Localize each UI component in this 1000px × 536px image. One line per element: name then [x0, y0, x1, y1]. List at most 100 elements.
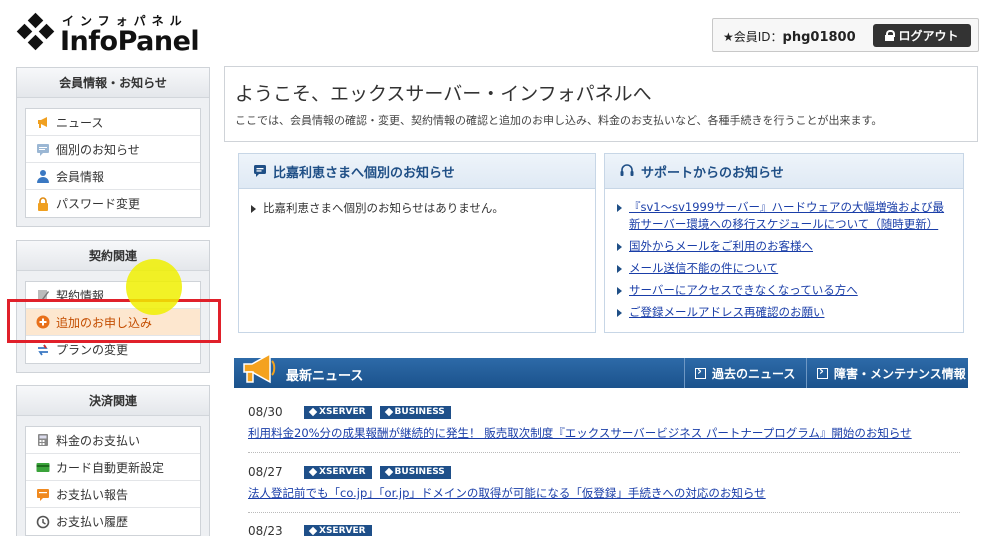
sidebar-item-label: ニュース — [56, 115, 104, 130]
welcome-panel: ようこそ、エックスサーバー・インフォパネルへ ここでは、会員情報の確認・変更、契… — [224, 66, 978, 142]
news-divider — [248, 452, 960, 453]
tag-xserver: XSERVER — [304, 465, 372, 479]
sidebar-item-label: プランの変更 — [56, 343, 129, 357]
tag-label: XSERVER — [319, 406, 366, 417]
logout-button[interactable]: ログアウト — [873, 24, 971, 47]
tag-business: BUSINESS — [379, 465, 451, 479]
sidebar-group-contract: 契約関連 契約情報 追加のお申し込み プランの変更 — [16, 240, 210, 373]
bullet-triangle-icon — [251, 205, 256, 213]
list-item[interactable]: ご登録メールアドレス再確認のお願い — [617, 304, 951, 321]
diamond-icon — [384, 407, 393, 417]
logo-name: InfoPanel — [60, 26, 200, 57]
contract-icon — [38, 290, 49, 301]
bullet-triangle-icon — [617, 309, 622, 317]
support-notice-panel: サポートからのお知らせ 『sv1～sv1999サーバー』ハードウェアの大幅増強お… — [604, 153, 964, 333]
sidebar-item-news[interactable]: ニュース — [26, 109, 200, 136]
calculator-icon — [38, 434, 48, 446]
member-box: ★会員ID：phg01800 ログアウト — [712, 18, 979, 52]
welcome-description: ここでは、会員情報の確認・変更、契約情報の確認と追加のお申し込み、料金のお支払い… — [235, 114, 883, 127]
support-notice-header: サポートからのお知らせ — [605, 154, 963, 189]
logo-diamond-icon — [16, 12, 56, 54]
bullet-triangle-icon — [617, 287, 622, 295]
card-icon — [36, 463, 50, 472]
support-notice-title: サポートからのお知らせ — [641, 165, 784, 181]
swap-icon — [38, 344, 48, 355]
personal-notice-body: 比嘉利恵さまへ個別のお知らせはありません。 — [239, 189, 595, 232]
support-notice-body: 『sv1～sv1999サーバー』ハードウェアの大幅増強および最新サーバー環境への… — [605, 189, 963, 336]
sidebar-item-additional-order[interactable]: 追加のお申し込み — [26, 309, 200, 336]
infopanel-logo[interactable]: インフォパネル InfoPanel — [16, 12, 206, 57]
news-item: 08/30 XSERVER BUSINESS 利用料金20%分の成果報酬が継続的… — [248, 404, 960, 441]
diamond-icon — [308, 526, 318, 536]
past-news-label: 過去のニュース — [712, 366, 796, 381]
sidebar-item-member-info[interactable]: 会員情報 — [26, 163, 200, 190]
sidebar-item-label: 契約情報 — [56, 288, 105, 303]
list-item[interactable]: 国外からメールをご利用のお客様へ — [617, 238, 951, 255]
member-id: ★会員ID：phg01800 — [723, 28, 856, 45]
news-date: 08/27 — [248, 465, 283, 479]
support-notice-link[interactable]: メール送信不能の件について — [629, 260, 778, 277]
tag-xserver: XSERVER — [304, 524, 372, 536]
sidebar-item-label: お支払い履歴 — [56, 515, 129, 529]
support-notice-link[interactable]: 国外からメールをご利用のお客様へ — [629, 238, 813, 255]
sidebar-item-plan-change[interactable]: プランの変更 — [26, 336, 200, 363]
sidebar-item-payment[interactable]: 料金のお支払い — [26, 427, 200, 454]
list-item[interactable]: 『sv1～sv1999サーバー』ハードウェアの大幅増強および最新サーバー環境への… — [617, 199, 951, 233]
sidebar-list: 料金のお支払い カード自動更新設定 お支払い報告 お支払い履歴 — [25, 426, 201, 536]
sidebar-item-payment-history[interactable]: お支払い履歴 — [26, 508, 200, 535]
news-meta: 08/23 XSERVER — [248, 523, 960, 536]
list-item[interactable]: サーバーにアクセスできなくなっている方へ — [617, 282, 951, 299]
report-icon — [37, 489, 49, 501]
news-divider — [248, 512, 960, 513]
tag-business: BUSINESS — [379, 405, 451, 419]
news-title: 最新ニュース — [286, 369, 364, 384]
bullet-triangle-icon — [617, 265, 622, 273]
tag-label: XSERVER — [319, 466, 366, 477]
maintenance-info-link[interactable]: 障害・メンテナンス情報 — [806, 358, 968, 388]
logout-label: ログアウト — [898, 29, 959, 43]
maintenance-info-label: 障害・メンテナンス情報 — [834, 366, 966, 381]
sidebar-item-contract-info[interactable]: 契約情報 — [26, 282, 200, 309]
diamond-icon — [384, 467, 393, 477]
news-meta: 08/30 XSERVER BUSINESS — [248, 404, 960, 420]
megaphone-icon — [243, 352, 276, 384]
news-item: 08/27 XSERVER BUSINESS 法人登記前でも「co.jp」「or… — [248, 464, 960, 501]
tag-xserver: XSERVER — [304, 405, 372, 419]
diamond-icon — [308, 467, 318, 477]
sidebar-group-title: 契約関連 — [17, 241, 209, 271]
sidebar-item-label: 料金のお支払い — [56, 433, 141, 448]
tag-label: BUSINESS — [394, 466, 445, 477]
past-news-link[interactable]: 過去のニュース — [684, 358, 806, 388]
plus-circle-icon — [36, 315, 50, 329]
sidebar-group-payment: 決済関連 料金のお支払い カード自動更新設定 お支払い報告 お支払い履歴 — [16, 385, 210, 536]
link-arrow-icon — [695, 364, 706, 379]
personal-notice-header: 比嘉利恵さまへ個別のお知らせ — [239, 154, 595, 189]
news-header-bar: 最新ニュース 過去のニュース 障害・メンテナンス情報 — [234, 352, 968, 388]
personal-notice-panel: 比嘉利恵さまへ個別のお知らせ 比嘉利恵さまへ個別のお知らせはありません。 — [238, 153, 596, 333]
lock-icon — [38, 196, 48, 211]
support-notice-link[interactable]: サーバーにアクセスできなくなっている方へ — [629, 282, 858, 299]
list-item[interactable]: メール送信不能の件について — [617, 260, 951, 277]
notice-text: 比嘉利恵さまへ個別のお知らせはありません。 — [263, 201, 504, 215]
bullet-triangle-icon — [617, 204, 622, 212]
sidebar-item-card-renewal[interactable]: カード自動更新設定 — [26, 454, 200, 481]
support-notice-link[interactable]: 『sv1～sv1999サーバー』ハードウェアの大幅増強および最新サーバー環境への… — [629, 199, 951, 233]
message-icon — [37, 144, 49, 156]
news-headline-link[interactable]: 法人登記前でも「co.jp」「or.jp」ドメインの取得が可能になる「仮登録」手… — [248, 485, 960, 501]
sidebar-group-title: 会員情報・お知らせ — [17, 68, 209, 98]
personal-notice-title: 比嘉利恵さまへ個別のお知らせ — [273, 165, 455, 181]
sidebar-item-password[interactable]: パスワード変更 — [26, 190, 200, 217]
history-icon — [36, 515, 50, 528]
sidebar-item-label: カード自動更新設定 — [56, 460, 165, 475]
news-date: 08/30 — [248, 405, 283, 419]
tag-label: XSERVER — [319, 525, 366, 536]
bullet-triangle-icon — [617, 243, 622, 251]
sidebar-item-personal-notice[interactable]: 個別のお知らせ — [26, 136, 200, 163]
welcome-title: ようこそ、エックスサーバー・インフォパネルへ — [235, 83, 652, 105]
support-notice-link[interactable]: ご登録メールアドレス再確認のお願い — [629, 304, 825, 321]
sidebar-item-payment-report[interactable]: お支払い報告 — [26, 481, 200, 508]
news-date: 08/23 — [248, 524, 283, 536]
sidebar-item-label: パスワード変更 — [56, 197, 141, 211]
news-headline-link[interactable]: 利用料金20%分の成果報酬が継続的に発生！ 販売取次制度『エックスサーバービジネ… — [248, 425, 960, 441]
sidebar-list: ニュース 個別のお知らせ 会員情報 パスワード変更 — [25, 108, 201, 218]
